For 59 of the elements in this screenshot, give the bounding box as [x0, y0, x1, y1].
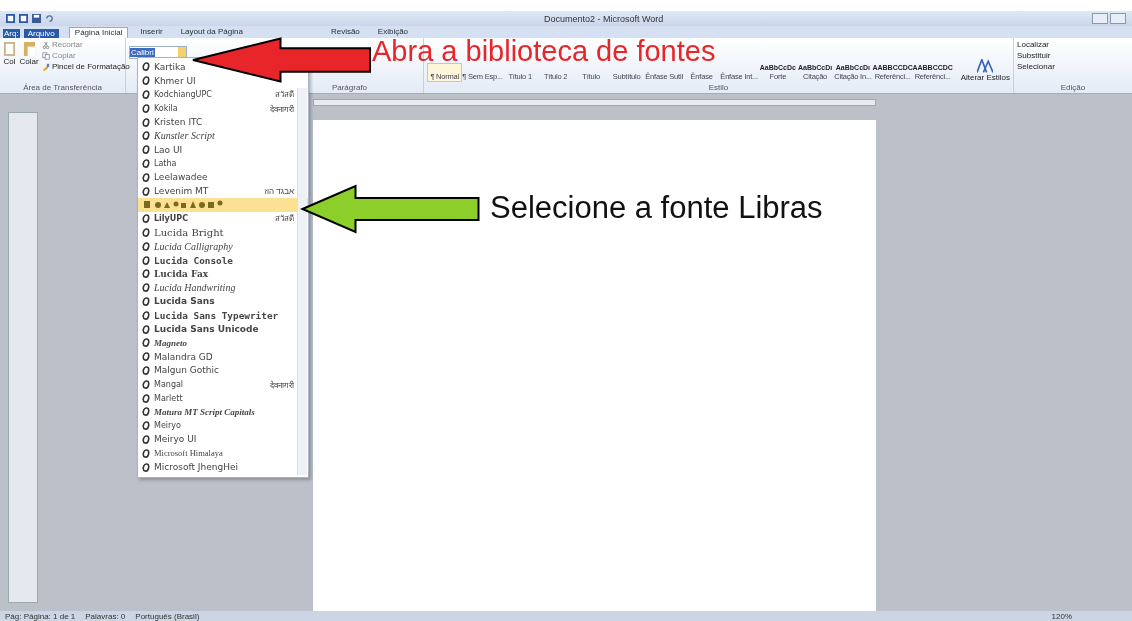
annotation-text: Selecione a fonte Libras: [490, 192, 823, 223]
ribbon-tab[interactable]: Revisão: [324, 26, 366, 38]
button-label[interactable]: Col: [3, 57, 16, 66]
font-option[interactable]: Lucida Calligraphy: [138, 239, 235, 254]
font-option[interactable]: Leelawadee: [138, 170, 210, 185]
font-option[interactable]: Meiryo UI: [138, 432, 199, 447]
font-option[interactable]: Matura MT Script Capitals: [138, 404, 257, 419]
font-option[interactable]: Lucida Console: [138, 253, 236, 267]
script-sample: אבגד הוז: [264, 186, 294, 196]
group-label: Parágrafo: [330, 83, 369, 92]
tab-prefix: Arq:: [3, 29, 20, 38]
editing-button[interactable]: Selecionar: [1017, 62, 1055, 71]
font-option[interactable]: Lucida Sans: [138, 294, 217, 309]
font-option[interactable]: Malandra GD: [138, 349, 215, 364]
font-option[interactable]: Meiryo: [138, 418, 183, 433]
font-option[interactable]: Lucida Fax: [138, 266, 211, 281]
font-option[interactable]: Kristen ITC: [138, 115, 205, 129]
copy-button[interactable]: Copiar: [52, 51, 76, 60]
script-sample: देवनागरी: [270, 103, 294, 114]
change-styles-button[interactable]: Alterar Estilos: [960, 73, 1010, 82]
font-option[interactable]: Lucida Handwriting: [138, 280, 238, 295]
font-option[interactable]: Lucida Sans Typewriter: [138, 308, 281, 323]
group-label: Área de Transferência: [22, 83, 103, 92]
cut-button[interactable]: Recortar: [52, 40, 83, 49]
font-option[interactable]: Latha: [138, 156, 179, 171]
window-title: Documento2 - Microsoft Word: [543, 13, 665, 24]
font-option[interactable]: Marlett: [138, 391, 185, 405]
group-label: Estilo: [707, 83, 730, 92]
font-option[interactable]: Mangal देवनागरी: [138, 377, 308, 392]
font-option[interactable]: Microsoft Himalaya: [138, 446, 225, 461]
ribbon-tab[interactable]: Layout da Página: [174, 26, 249, 38]
font-option[interactable]: Magneto: [138, 335, 189, 350]
paste-button[interactable]: Colar: [19, 57, 39, 66]
font-option[interactable]: Kunstler Script: [138, 129, 217, 143]
status-item: Português (Brasil): [135, 611, 200, 621]
font-option[interactable]: KodchiangUPC สวัสดี: [138, 87, 308, 102]
annotation-text: Abra a biblioteca de fontes: [372, 38, 716, 65]
font-option[interactable]: Malgun Gothic: [138, 363, 221, 378]
ribbon-tab[interactable]: Inserir: [134, 26, 169, 38]
font-option[interactable]: Kartika: [138, 60, 188, 74]
ribbon-tab[interactable]: Exibição: [371, 26, 415, 38]
group-label: Edição: [1059, 83, 1087, 92]
font-option[interactable]: Microsoft JhengHei: [138, 460, 240, 474]
file-tab[interactable]: Arquivo: [23, 29, 59, 38]
font-option[interactable]: LilyUPC สวัสดี: [138, 211, 308, 226]
font-option[interactable]: Lao UI: [138, 142, 185, 157]
format-painter-button[interactable]: Pincel de Formatação: [52, 62, 130, 71]
status-item: Palavras: 0: [85, 611, 126, 621]
script-sample: สวัสดี: [275, 213, 294, 226]
font-option[interactable]: Lucida Bright: [138, 225, 226, 240]
status-item: Pág: Página: 1 de 1: [5, 611, 76, 621]
font-option[interactable]: Lucida Sans Unicode: [138, 322, 261, 336]
font-option[interactable]: Khmer UI: [138, 73, 198, 88]
editing-button[interactable]: Localizar: [1017, 40, 1049, 49]
font-option[interactable]: Kokila देवनागरी: [138, 101, 308, 116]
status-item: 120%: [1051, 611, 1072, 621]
script-sample: สวัสดี: [275, 89, 294, 101]
editing-button[interactable]: Substituir: [1017, 51, 1051, 60]
script-sample: देवनागरी: [270, 379, 294, 390]
